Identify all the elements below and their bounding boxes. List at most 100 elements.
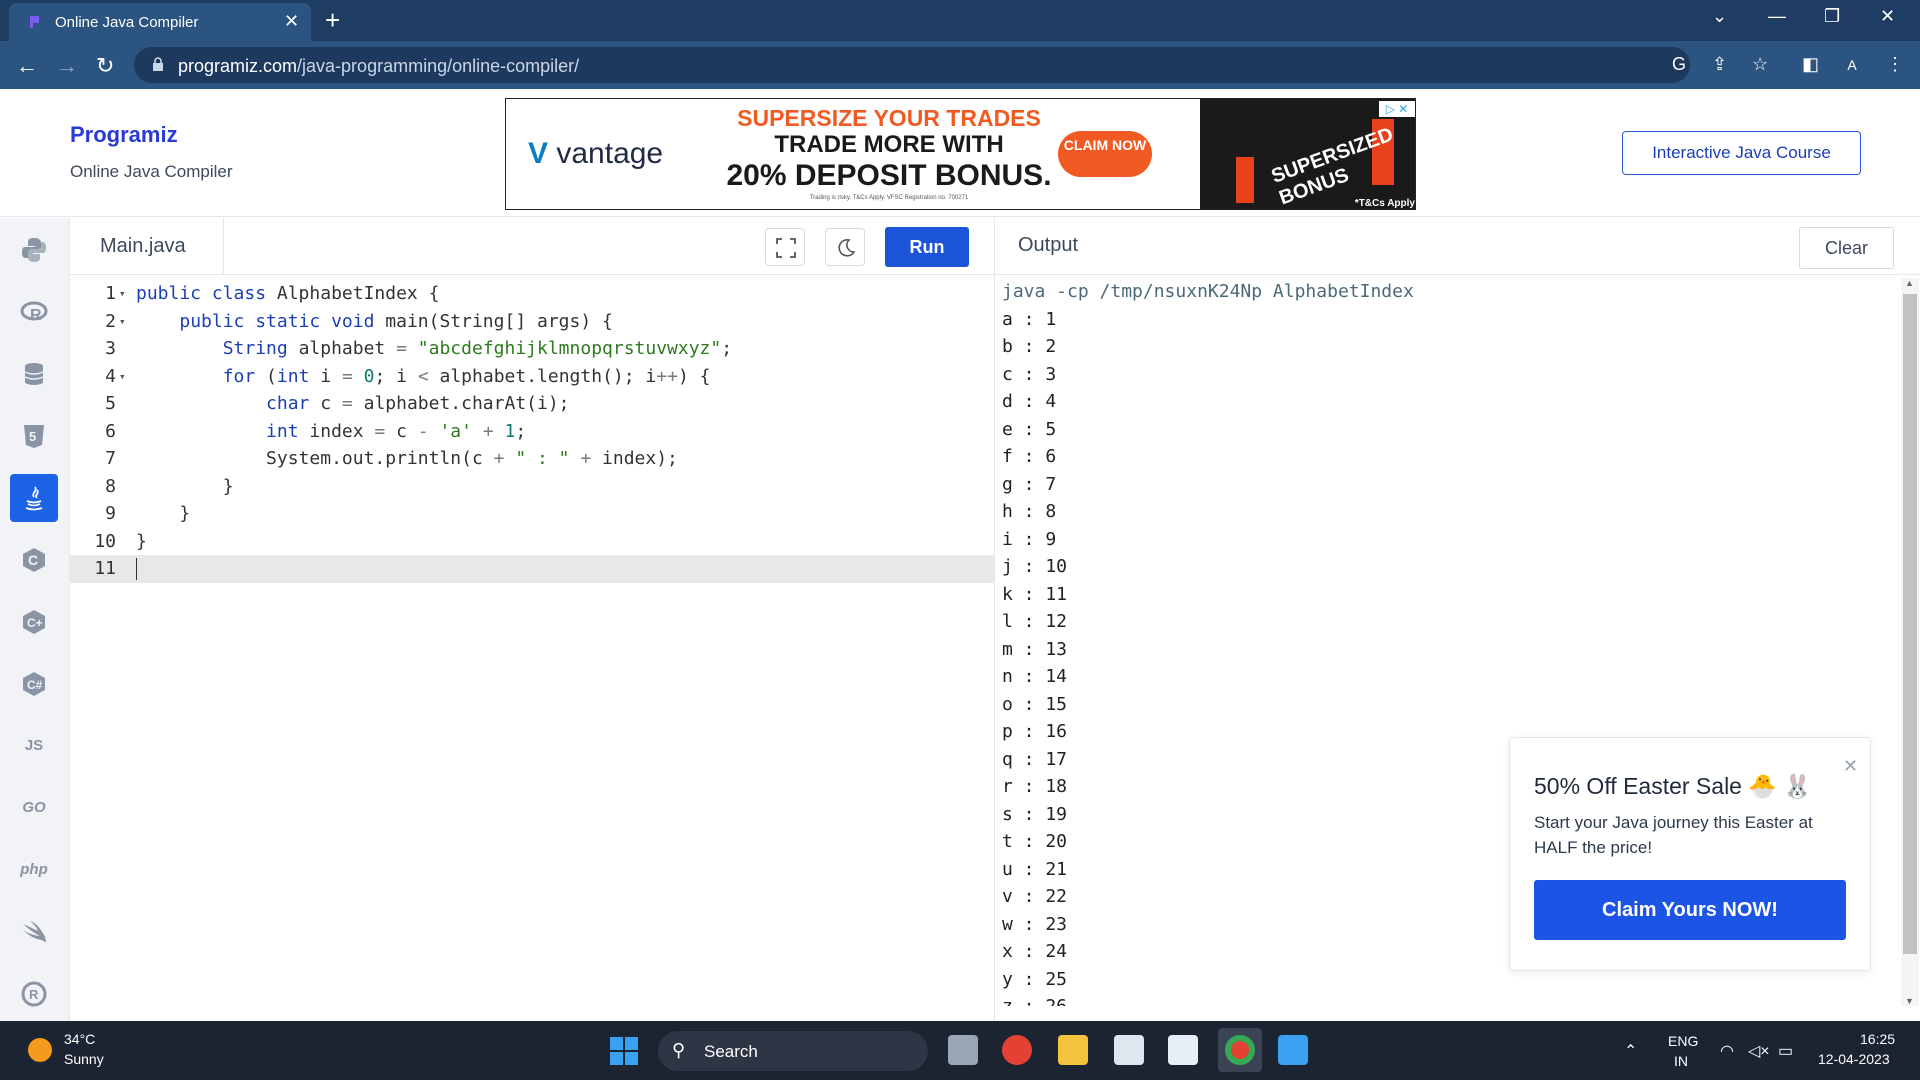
r-language-icon[interactable]: R <box>10 288 58 336</box>
windows-start-icon[interactable] <box>610 1037 638 1065</box>
bookmark-star-icon[interactable]: ☆ <box>1752 54 1768 75</box>
clock-date: 12-04-2023 <box>1818 1051 1890 1067</box>
sun-icon <box>28 1038 52 1062</box>
python-icon[interactable] <box>10 226 58 274</box>
weather-temp: 34°C <box>64 1031 96 1047</box>
language-indicator[interactable]: ENG <box>1668 1033 1698 1049</box>
url-text: programiz.com/java-programming/online-co… <box>178 56 580 76</box>
code-line: 4 ▾ for (int i = 0; i < alphabet.length()… <box>105 365 711 387</box>
interactive-course-button[interactable]: Interactive Java Course <box>1622 131 1861 175</box>
notes-icon[interactable] <box>1278 1035 1308 1065</box>
google-lens-icon[interactable]: G <box>1672 54 1686 75</box>
svg-text:5: 5 <box>29 429 36 444</box>
c-language-icon[interactable]: C <box>10 536 58 584</box>
taskbar-search[interactable]: ⚲ Search <box>658 1031 928 1071</box>
fullscreen-icon <box>776 238 796 258</box>
menu-dots-icon[interactable]: ⋮ <box>1886 54 1904 75</box>
ad-choices-close-icon[interactable]: ▷ ✕ <box>1379 101 1415 117</box>
profile-avatar[interactable]: A <box>1839 52 1865 78</box>
store-icon[interactable] <box>1168 1035 1198 1065</box>
promo-close-icon[interactable]: ✕ <box>1843 756 1858 777</box>
tray-chevron-icon[interactable]: ⌃ <box>1624 1041 1637 1061</box>
dark-mode-button[interactable] <box>825 228 865 266</box>
taskbar-search-label: Search <box>704 1042 758 1061</box>
code-line-active: 11 <box>70 555 994 583</box>
java-icon[interactable] <box>10 474 58 522</box>
clear-button[interactable]: Clear <box>1799 227 1894 269</box>
swift-icon[interactable] <box>10 908 58 956</box>
sql-database-icon[interactable] <box>10 350 58 398</box>
csharp-icon[interactable]: C# <box>10 660 58 708</box>
browser-tab[interactable]: Online Java Compiler ✕ <box>9 3 311 41</box>
chrome-icon[interactable] <box>1002 1035 1032 1065</box>
output-line: d : 4 <box>1002 391 1057 412</box>
back-icon[interactable]: ← <box>16 53 38 79</box>
search-icon: ⚲ <box>672 1040 686 1060</box>
code-line: 9 } <box>105 503 191 524</box>
tab-search-icon[interactable]: ⌄ <box>1712 6 1727 27</box>
code-area[interactable]: 1 ▾ public class AlphabetIndex { 2 ▾ public… <box>70 280 994 583</box>
output-line: m : 13 <box>1002 638 1068 660</box>
programiz-logo[interactable]: Programiz <box>70 122 178 148</box>
volume-muted-icon[interactable]: ◁× <box>1748 1041 1770 1061</box>
scroll-down-icon[interactable]: ▼ <box>1905 996 1914 1006</box>
code-editor-pane: Main.java Run 1 ▾ public class AlphabetInd… <box>70 218 994 1021</box>
code-line: 2 ▾ public static void main(String[] args… <box>105 310 613 332</box>
rust-icon[interactable]: R <box>10 970 58 1018</box>
html5-icon[interactable]: 5 <box>10 412 58 460</box>
easter-sale-popup: 50% Off Easter Sale 🐣 🐰 ✕ Start your Jav… <box>1509 737 1871 971</box>
cpp-icon[interactable]: C+ <box>10 598 58 646</box>
svg-text:R: R <box>29 987 39 1002</box>
promo-body: Start your Java journey this Easter at H… <box>1534 813 1813 857</box>
notepad-app-icon[interactable] <box>1114 1035 1144 1065</box>
scroll-up-icon[interactable]: ▲ <box>1905 278 1914 288</box>
new-tab-icon[interactable]: + <box>325 5 340 36</box>
editor-toolbar: Main.java Run <box>70 218 994 275</box>
wifi-icon[interactable]: ◠ <box>1720 1041 1734 1061</box>
task-view-icon[interactable] <box>948 1035 978 1065</box>
output-line: i : 9 <box>1002 528 1057 550</box>
code-line: 6 int index = c - 'a' + 1; <box>105 420 527 442</box>
ad-candle-left <box>1236 157 1254 203</box>
file-explorer-icon[interactable] <box>1058 1035 1088 1065</box>
go-icon[interactable]: GO <box>10 784 58 832</box>
advertisement-banner[interactable]: V vantage SUPERSIZE YOUR TRADES TRADE MO… <box>505 98 1416 210</box>
address-toolbar: ← → ↻ programiz.com/java-programming/onl… <box>0 41 1920 89</box>
code-line: 7 System.out.println(c + " : " + index); <box>105 448 678 469</box>
share-icon[interactable]: ⇪ <box>1712 54 1727 75</box>
ad-headline-3: 20% DEPOSIT BONUS. <box>726 159 1052 192</box>
chrome-active-icon[interactable] <box>1218 1028 1262 1072</box>
tab-close-icon[interactable]: ✕ <box>284 11 299 32</box>
file-tab-main-java[interactable]: Main.java <box>70 218 224 275</box>
code-line: 1 ▾ public class AlphabetIndex { <box>105 283 440 304</box>
lock-icon <box>153 57 163 71</box>
battery-icon[interactable]: ▭ <box>1778 1041 1793 1061</box>
claim-now-button[interactable]: Claim Yours NOW! <box>1534 880 1846 940</box>
tab-title: Online Java Compiler <box>55 14 199 31</box>
url-bar[interactable]: programiz.com/java-programming/online-co… <box>134 47 1690 83</box>
svg-text:C#: C# <box>27 678 43 692</box>
window-close-icon[interactable]: ✕ <box>1880 6 1895 27</box>
clock-time[interactable]: 16:25 <box>1860 1031 1895 1047</box>
output-line: f : 6 <box>1002 446 1057 467</box>
scrollbar-thumb[interactable] <box>1903 294 1917 954</box>
output-scrollbar[interactable]: ▲ ▼ <box>1901 278 1919 1006</box>
text-cursor <box>136 558 137 580</box>
output-line: l : 12 <box>1002 611 1068 632</box>
output-line: o : 15 <box>1002 693 1068 715</box>
php-icon[interactable]: php <box>10 846 58 894</box>
ad-claim-button[interactable]: CLAIM NOW <box>1058 131 1152 177</box>
run-button[interactable]: Run <box>885 227 969 267</box>
fullscreen-button[interactable] <box>765 228 805 266</box>
ad-terms: *T&Cs Apply <box>1354 198 1415 209</box>
output-line: e : 5 <box>1002 418 1057 440</box>
side-panel-icon[interactable]: ◧ <box>1802 54 1819 75</box>
svg-text:C+: C+ <box>27 616 43 630</box>
forward-icon[interactable]: → <box>56 53 78 79</box>
javascript-icon[interactable]: JS <box>10 722 58 770</box>
region-indicator: IN <box>1674 1053 1688 1069</box>
minimize-icon[interactable]: — <box>1768 6 1786 27</box>
output-line: n : 14 <box>1002 666 1068 687</box>
restore-icon[interactable]: ❐ <box>1824 6 1840 27</box>
reload-icon[interactable]: ↻ <box>96 53 114 79</box>
